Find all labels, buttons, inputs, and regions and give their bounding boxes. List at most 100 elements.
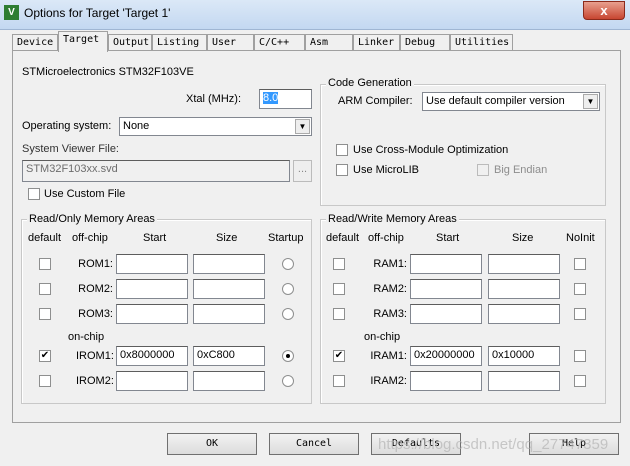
rom-default-checkbox[interactable] — [39, 308, 51, 320]
ram-size-input[interactable] — [488, 371, 560, 391]
compiler-value: Use default compiler version — [426, 95, 565, 107]
tab-cc[interactable]: C/C++ — [254, 34, 305, 51]
rom-row-label: IROM2: — [76, 375, 114, 387]
rom-start-input[interactable] — [116, 279, 188, 299]
ram-row-label: IRAM2: — [370, 375, 407, 387]
rom-start-input[interactable] — [116, 371, 188, 391]
custom-file-checkbox[interactable] — [28, 188, 40, 200]
microlib-label: Use MicroLIB — [353, 164, 420, 176]
os-label: Operating system: — [22, 120, 112, 132]
microlib-checkbox[interactable] — [336, 164, 348, 176]
ram-header: NoInit — [566, 232, 595, 244]
ram-onchip-label: on-chip — [364, 331, 401, 343]
rom-header: Size — [216, 232, 238, 244]
ram-header: default — [326, 232, 360, 244]
ram-start-input[interactable]: 0x20000000 — [410, 346, 482, 366]
ram-group-title: Read/Write Memory Areas — [326, 213, 459, 225]
window-title: Options for Target 'Target 1' — [24, 6, 171, 20]
ram-default-checkbox[interactable] — [333, 283, 345, 295]
ram-default-checkbox[interactable] — [333, 258, 345, 270]
tab-target[interactable]: Target — [58, 31, 108, 52]
ram-header: Size — [512, 232, 534, 244]
rom-default-checkbox[interactable] — [39, 258, 51, 270]
rom-row-label: ROM3: — [78, 308, 113, 320]
startup-radio[interactable] — [282, 308, 294, 320]
tab-utilities[interactable]: Utilities — [450, 34, 513, 51]
cross-module-checkbox[interactable] — [336, 144, 348, 156]
tab-asm[interactable]: Asm — [305, 34, 353, 51]
noinit-checkbox[interactable] — [574, 258, 586, 270]
rom-start-input[interactable] — [116, 304, 188, 324]
ram-default-checkbox[interactable] — [333, 375, 345, 387]
ram-default-checkbox[interactable] — [333, 308, 345, 320]
tab-user[interactable]: User — [207, 34, 254, 51]
keil-uvision-icon: V — [4, 5, 19, 20]
ram-start-input[interactable] — [410, 279, 482, 299]
tab-device[interactable]: Device — [12, 34, 58, 51]
ram-header: Start — [436, 232, 460, 244]
startup-radio[interactable] — [282, 375, 294, 387]
compiler-select[interactable]: Use default compiler version ▼ — [422, 92, 600, 111]
ram-row-label: IRAM1: — [370, 350, 407, 362]
rom-group-title: Read/Only Memory Areas — [27, 213, 157, 225]
big-endian-checkbox[interactable] — [477, 164, 489, 176]
rom-row-label: ROM1: — [78, 258, 113, 270]
svf-input[interactable]: STM32F103xx.svd — [22, 160, 290, 182]
noinit-checkbox[interactable] — [574, 308, 586, 320]
cancel-button[interactable]: Cancel — [269, 433, 359, 455]
xtal-value: 8.0 — [263, 92, 279, 104]
ok-button[interactable]: OK — [167, 433, 257, 455]
cross-module-label: Use Cross-Module Optimization — [353, 144, 509, 156]
rom-default-checkbox[interactable] — [39, 283, 51, 295]
rom-size-input[interactable] — [193, 304, 265, 324]
ram-row-label: RAM3: — [373, 308, 407, 320]
tab-listing[interactable]: Listing — [152, 34, 207, 51]
rom-header: off-chip — [72, 232, 108, 244]
xtal-label: Xtal (MHz): — [186, 93, 241, 105]
rom-row-label: ROM2: — [78, 283, 113, 295]
svf-browse-button[interactable]: ... — [293, 160, 312, 182]
rom-row-label: IROM1: — [76, 350, 114, 362]
ram-start-input[interactable] — [410, 371, 482, 391]
os-value: None — [123, 120, 150, 132]
startup-radio[interactable] — [282, 350, 294, 362]
rom-header: Startup — [268, 232, 304, 244]
rom-default-checkbox[interactable] — [39, 375, 51, 387]
rom-size-input[interactable] — [193, 279, 265, 299]
ram-size-input[interactable]: 0x10000 — [488, 346, 560, 366]
watermark: https://blog.csdn.net/qq_27747359 — [378, 436, 609, 453]
ram-start-input[interactable] — [410, 304, 482, 324]
ram-header: off-chip — [368, 232, 404, 244]
rom-size-input[interactable] — [193, 254, 265, 274]
rom-size-input[interactable]: 0xC800 — [193, 346, 265, 366]
ram-start-input[interactable] — [410, 254, 482, 274]
tab-debug[interactable]: Debug — [400, 34, 450, 51]
ram-size-input[interactable] — [488, 279, 560, 299]
rom-default-checkbox[interactable]: ✔ — [39, 350, 51, 362]
rom-onchip-label: on-chip — [68, 331, 105, 343]
chevron-down-icon: ▼ — [583, 94, 598, 109]
close-button[interactable]: x — [583, 1, 625, 20]
noinit-checkbox[interactable] — [574, 350, 586, 362]
big-endian-label: Big Endian — [494, 164, 548, 176]
svf-label: System Viewer File: — [22, 143, 119, 155]
rom-header: Start — [143, 232, 167, 244]
device-name: STMicroelectronics STM32F103VE — [22, 66, 194, 78]
noinit-checkbox[interactable] — [574, 283, 586, 295]
ram-size-input[interactable] — [488, 304, 560, 324]
ram-size-input[interactable] — [488, 254, 560, 274]
noinit-checkbox[interactable] — [574, 375, 586, 387]
chevron-down-icon: ▼ — [295, 119, 310, 134]
startup-radio[interactable] — [282, 283, 294, 295]
ram-default-checkbox[interactable]: ✔ — [333, 350, 345, 362]
startup-radio[interactable] — [282, 258, 294, 270]
rom-size-input[interactable] — [193, 371, 265, 391]
tab-output[interactable]: Output — [108, 34, 152, 51]
rom-start-input[interactable]: 0x8000000 — [116, 346, 188, 366]
ram-row-label: RAM1: — [373, 258, 407, 270]
os-select[interactable]: None ▼ — [119, 117, 312, 136]
rom-start-input[interactable] — [116, 254, 188, 274]
xtal-input[interactable]: 8.0 — [259, 89, 312, 109]
tab-linker[interactable]: Linker — [353, 34, 400, 51]
code-generation-title: Code Generation — [326, 77, 414, 89]
